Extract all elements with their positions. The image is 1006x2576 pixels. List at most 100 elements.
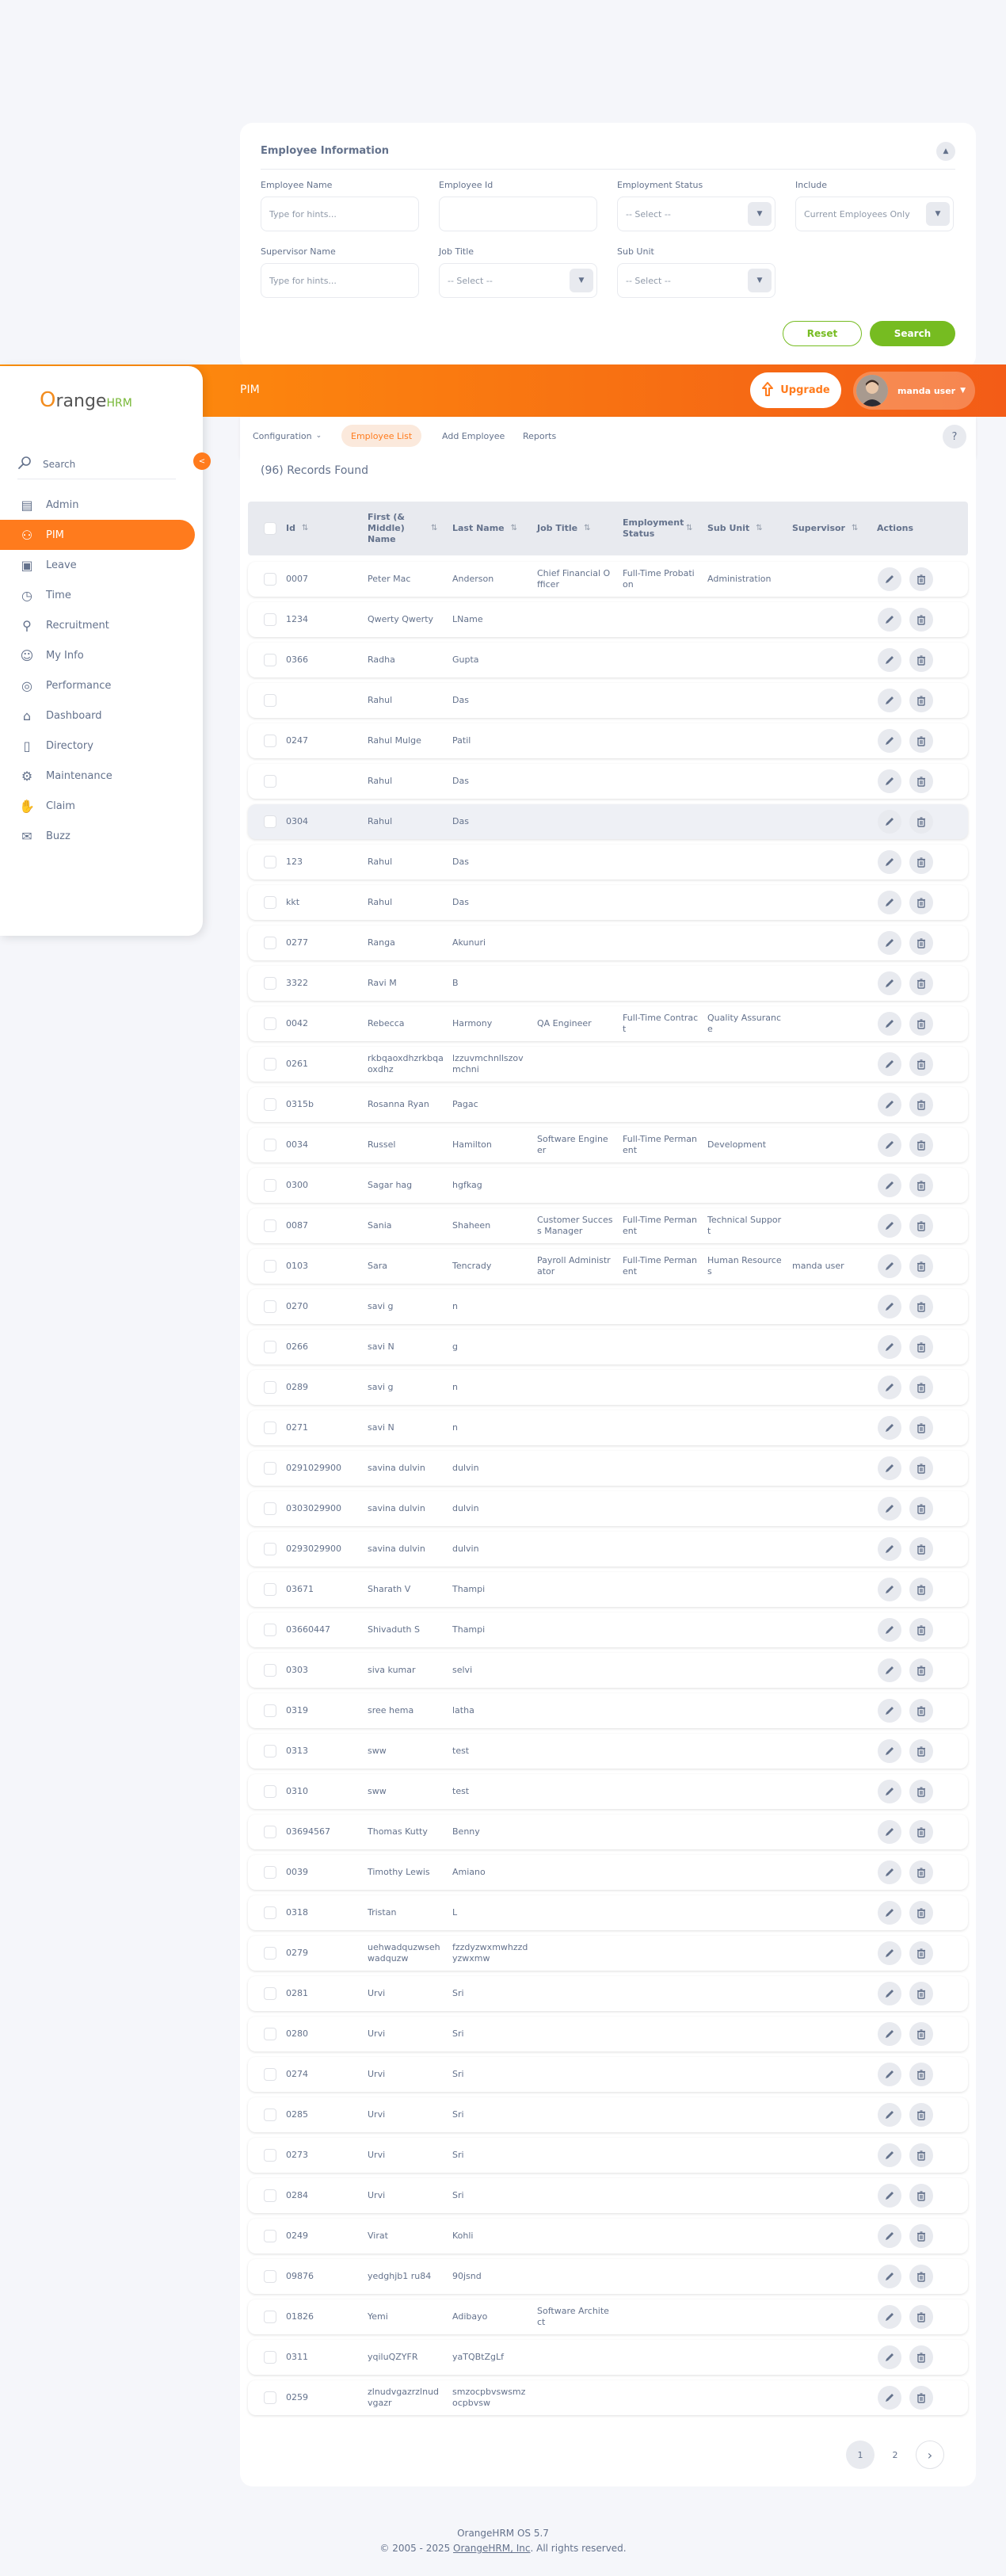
trash-icon[interactable] xyxy=(909,2386,933,2410)
table-row[interactable]: 0261 rkbqaoxdhzrkbqaoxdhz lzzuvmchnllszovm… xyxy=(248,1047,968,1082)
row-checkbox[interactable] xyxy=(264,2311,276,2323)
table-row[interactable]: Rahul Das xyxy=(248,683,968,718)
help-button[interactable]: ? xyxy=(943,425,966,448)
table-row[interactable]: 0270 savi g n xyxy=(248,1289,968,1324)
table-row[interactable]: 0274 Urvi Sri xyxy=(248,2057,968,2092)
table-row[interactable]: 0289 savi g n xyxy=(248,1370,968,1405)
filter-field[interactable]: Sub Unit -- Select -- ▼ xyxy=(617,246,775,298)
chevron-up-icon[interactable]: ▲ xyxy=(936,142,955,161)
pencil-icon[interactable] xyxy=(878,1174,901,1197)
sort-icon[interactable]: ⇅ xyxy=(756,524,762,534)
table-row[interactable]: 0103 Sara Tencrady Payroll Administrator Ful… xyxy=(248,1249,968,1284)
table-row[interactable]: 0034 Russel Hamilton Software Engineer Full-… xyxy=(248,1128,968,1162)
pencil-icon[interactable] xyxy=(878,1497,901,1521)
pencil-icon[interactable] xyxy=(878,1901,901,1925)
upgrade-button[interactable]: Upgrade xyxy=(750,372,841,408)
trash-icon[interactable] xyxy=(909,850,933,874)
row-checkbox[interactable] xyxy=(264,1745,276,1757)
sidebar-item-directory[interactable]: ▯ Directory xyxy=(0,731,195,761)
pencil-icon[interactable] xyxy=(878,1012,901,1036)
reset-button[interactable]: Reset xyxy=(783,321,862,346)
row-checkbox[interactable] xyxy=(264,573,276,586)
trash-icon[interactable] xyxy=(909,1254,933,1278)
row-checkbox[interactable] xyxy=(264,735,276,747)
pencil-icon[interactable] xyxy=(878,648,901,672)
sidebar-search[interactable]: Search xyxy=(17,449,176,479)
trash-icon[interactable] xyxy=(909,2184,933,2208)
select-2[interactable]: -- Select -- ▼ xyxy=(617,197,775,231)
pencil-icon[interactable] xyxy=(878,2022,901,2046)
trash-icon[interactable] xyxy=(909,1537,933,1561)
trash-icon[interactable] xyxy=(909,1982,933,2005)
trash-icon[interactable] xyxy=(909,567,933,591)
pencil-icon[interactable] xyxy=(878,2184,901,2208)
trash-icon[interactable] xyxy=(909,1618,933,1642)
table-row[interactable]: 0366 Radha Gupta xyxy=(248,643,968,677)
table-row[interactable]: 0279 uehwadquzwsehwadquzw fzzdyzwxmwhzzdyz… xyxy=(248,1936,968,1971)
pencil-icon[interactable] xyxy=(878,1093,901,1116)
table-row[interactable]: 0007 Peter Mac Anderson Chief Financial Off… xyxy=(248,562,968,597)
trash-icon[interactable] xyxy=(909,2022,933,2046)
table-row[interactable]: 0313 sww test xyxy=(248,1734,968,1769)
row-checkbox[interactable] xyxy=(264,775,276,788)
pencil-icon[interactable] xyxy=(878,1416,901,1440)
column-header-id[interactable]: Id ⇅ xyxy=(286,502,365,555)
text-input-4[interactable]: Type for hints... xyxy=(261,263,419,298)
select-6[interactable]: -- Select -- ▼ xyxy=(617,263,775,298)
pencil-icon[interactable] xyxy=(878,2224,901,2248)
user-dropdown[interactable]: manda user ▼ xyxy=(853,372,975,410)
table-row[interactable]: 0319 sree hema latha xyxy=(248,1693,968,1728)
trash-icon[interactable] xyxy=(909,1941,933,1965)
row-checkbox[interactable] xyxy=(264,1785,276,1798)
trash-icon[interactable] xyxy=(909,931,933,955)
trash-icon[interactable] xyxy=(909,2345,933,2369)
table-row[interactable]: 3322 Ravi M B xyxy=(248,966,968,1001)
filter-field[interactable]: Employment Status -- Select -- ▼ xyxy=(617,180,775,231)
row-checkbox[interactable] xyxy=(264,977,276,990)
sort-icon[interactable]: ⇅ xyxy=(511,524,517,534)
trash-icon[interactable] xyxy=(909,1416,933,1440)
trash-icon[interactable] xyxy=(909,1456,933,1480)
trash-icon[interactable] xyxy=(909,1820,933,1844)
pencil-icon[interactable] xyxy=(878,608,901,632)
table-row[interactable]: 01826 Yemi Adibayo Software Architect xyxy=(248,2299,968,2334)
column-header-job[interactable]: Job Title ⇅ xyxy=(537,502,619,555)
trash-icon[interactable] xyxy=(909,1295,933,1319)
row-checkbox[interactable] xyxy=(264,896,276,909)
pencil-icon[interactable] xyxy=(878,1780,901,1803)
pencil-icon[interactable] xyxy=(878,1254,901,1278)
pencil-icon[interactable] xyxy=(878,1456,901,1480)
row-checkbox[interactable] xyxy=(264,2270,276,2283)
company-link[interactable]: OrangeHRM, Inc xyxy=(453,2543,530,2554)
row-checkbox[interactable] xyxy=(264,1664,276,1677)
trash-icon[interactable] xyxy=(909,1901,933,1925)
text-input-1[interactable] xyxy=(439,197,597,231)
table-row[interactable]: 0284 Urvi Sri xyxy=(248,2178,968,2213)
pencil-icon[interactable] xyxy=(878,1739,901,1763)
trash-icon[interactable] xyxy=(909,1780,933,1803)
sort-icon[interactable]: ⇅ xyxy=(302,524,308,534)
pencil-icon[interactable] xyxy=(878,2386,901,2410)
pencil-icon[interactable] xyxy=(878,971,901,995)
brand-logo[interactable]: OrangeHRM xyxy=(40,388,132,412)
trash-icon[interactable] xyxy=(909,729,933,753)
table-row[interactable]: 0303 siva kumar selvi xyxy=(248,1653,968,1688)
filter-field[interactable]: Employee Name Type for hints... xyxy=(261,180,419,231)
sidebar-item-performance[interactable]: ◎ Performance xyxy=(0,670,195,700)
row-checkbox[interactable] xyxy=(264,1098,276,1111)
pencil-icon[interactable] xyxy=(878,1658,901,1682)
row-checkbox[interactable] xyxy=(264,1906,276,1919)
row-checkbox[interactable] xyxy=(264,1139,276,1151)
table-row[interactable]: 0291029900 savina dulvin dulvin xyxy=(248,1451,968,1486)
row-checkbox[interactable] xyxy=(264,654,276,666)
pencil-icon[interactable] xyxy=(878,689,901,712)
collapse-sidebar-button[interactable]: < xyxy=(193,452,211,470)
table-row[interactable]: 03671 Sharath V Thampi xyxy=(248,1572,968,1607)
row-checkbox[interactable] xyxy=(264,1947,276,1960)
tab-configuration[interactable]: Configuration ⌄ xyxy=(243,425,331,447)
pencil-icon[interactable] xyxy=(878,729,901,753)
column-header-sub[interactable]: Sub Unit ⇅ xyxy=(707,502,790,555)
table-row[interactable]: 0311 yqiluQZYFR yaTQBtZgLf xyxy=(248,2340,968,2375)
row-checkbox[interactable] xyxy=(264,937,276,949)
pencil-icon[interactable] xyxy=(878,850,901,874)
